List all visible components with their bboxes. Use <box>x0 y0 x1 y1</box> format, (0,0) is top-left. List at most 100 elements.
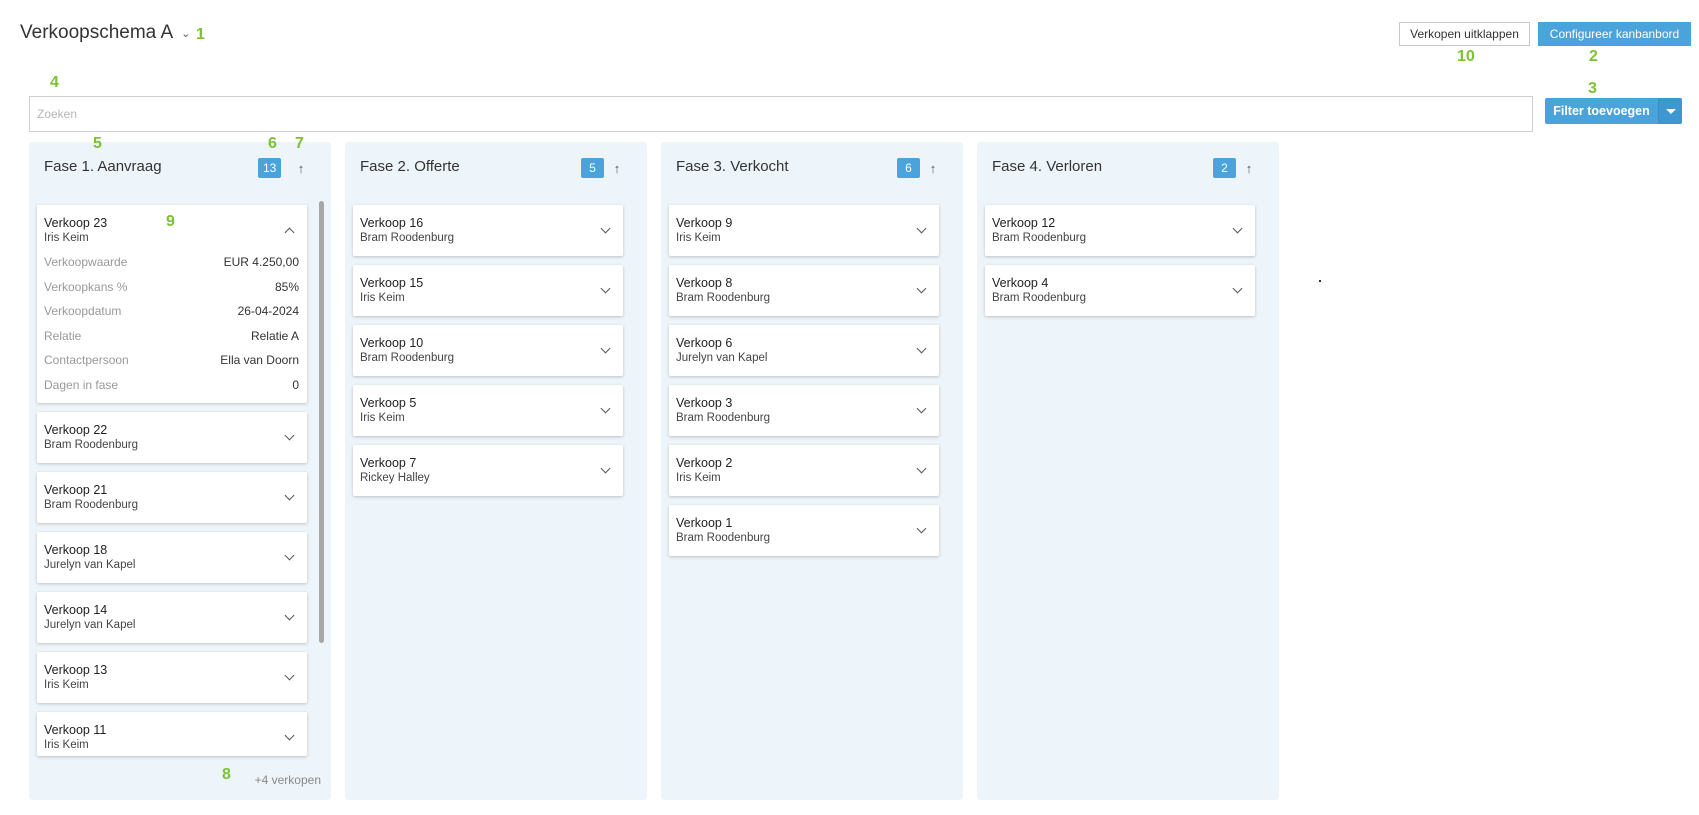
chevron-down-icon[interactable] <box>600 343 611 354</box>
card-subtitle: Iris Keim <box>360 292 405 304</box>
card-title: Verkoop 16 <box>360 216 424 230</box>
sale-card[interactable]: Verkoop 12 Bram Roodenburg <box>985 205 1255 256</box>
chevron-down-icon[interactable] <box>916 463 927 474</box>
annotation-marker: 9 <box>166 213 175 230</box>
sale-card[interactable]: Verkoop 23 Iris Keim Verkoopwaarde EUR 4.… <box>37 205 307 403</box>
detail-key: Verkoopwaarde <box>44 255 128 270</box>
annotation-marker: 4 <box>50 74 59 91</box>
chevron-down-icon[interactable] <box>284 730 295 741</box>
chevron-down-icon[interactable] <box>284 610 295 621</box>
chevron-down-icon[interactable] <box>916 283 927 294</box>
sale-card[interactable]: Verkoop 13 Iris Keim <box>37 652 307 703</box>
card-title: Verkoop 7 <box>360 456 417 470</box>
chevron-down-icon[interactable] <box>1232 283 1243 294</box>
sort-arrow-up-icon[interactable]: ↑ <box>1242 158 1256 178</box>
sale-card[interactable]: Verkoop 7 Rickey Halley <box>353 445 623 496</box>
detail-key: Verkoopdatum <box>44 304 122 319</box>
chevron-down-icon[interactable] <box>916 523 927 534</box>
annotation-marker: 8 <box>222 766 231 783</box>
card-title: Verkoop 8 <box>676 276 733 290</box>
detail-value: 85% <box>274 279 299 294</box>
sale-card[interactable]: Verkoop 1 Bram Roodenburg <box>669 505 939 556</box>
collapse-sales-button[interactable]: Verkopen uitklappen <box>1399 22 1530 46</box>
sale-card[interactable]: Verkoop 2 Iris Keim <box>669 445 939 496</box>
annotation-marker: 5 <box>93 135 102 152</box>
sale-card[interactable]: Verkoop 14 Jurelyn van Kapel <box>37 592 307 643</box>
more-sales-link[interactable]: +4 verkopen <box>255 773 321 787</box>
sale-card[interactable]: Verkoop 4 Bram Roodenburg <box>985 265 1255 316</box>
chevron-down-icon[interactable] <box>600 283 611 294</box>
configure-kanban-button[interactable]: Configureer kanbanbord <box>1538 22 1691 46</box>
annotation-marker: 3 <box>1588 80 1597 97</box>
column-title: Fase 4. Verloren <box>992 158 1103 175</box>
card-title: Verkoop 10 <box>360 336 424 350</box>
chevron-down-icon[interactable] <box>916 223 927 234</box>
sale-card[interactable]: Verkoop 9 Iris Keim <box>669 205 939 256</box>
column-count-badge: 2 <box>1213 158 1236 178</box>
card-subtitle: Rickey Halley <box>360 472 430 484</box>
sale-card[interactable]: Verkoop 3 Bram Roodenburg <box>669 385 939 436</box>
sale-card[interactable]: Verkoop 6 Jurelyn van Kapel <box>669 325 939 376</box>
sale-card[interactable]: Verkoop 5 Iris Keim <box>353 385 623 436</box>
card-title: Verkoop 12 <box>992 216 1056 230</box>
chevron-down-icon[interactable] <box>284 490 295 501</box>
card-title: Verkoop 1 <box>676 516 733 530</box>
detail-value: 26-04-2024 <box>237 304 299 319</box>
card-subtitle: Bram Roodenburg <box>360 352 454 364</box>
card-subtitle: Jurelyn van Kapel <box>44 559 136 571</box>
schema-selector[interactable]: Verkoopschema A ⌄ <box>20 22 190 44</box>
card-title: Verkoop 15 <box>360 276 424 290</box>
chevron-up-icon[interactable] <box>284 227 295 238</box>
card-title: Verkoop 13 <box>44 663 108 677</box>
chevron-down-icon[interactable] <box>600 403 611 414</box>
card-subtitle: Bram Roodenburg <box>360 232 454 244</box>
card-subtitle: Iris Keim <box>360 412 405 424</box>
column-count-badge: 13 <box>258 158 282 178</box>
chevron-down-icon[interactable] <box>600 223 611 234</box>
sale-card[interactable]: Verkoop 22 Bram Roodenburg <box>37 412 307 463</box>
chevron-down-icon[interactable] <box>284 430 295 441</box>
chevron-down-icon[interactable] <box>916 403 927 414</box>
detail-row: Dagen in fase 0 <box>44 373 299 398</box>
detail-row: Verkoopkans % 85% <box>44 275 299 300</box>
detail-row: Contactpersoon Ella van Doorn <box>44 348 299 373</box>
column-scrollbar[interactable] <box>319 201 324 643</box>
card-subtitle: Bram Roodenburg <box>676 532 770 544</box>
sale-card[interactable]: Verkoop 21 Bram Roodenburg <box>37 472 307 523</box>
sale-card[interactable]: Verkoop 15 Iris Keim <box>353 265 623 316</box>
card-title: Verkoop 18 <box>44 543 108 557</box>
sale-card[interactable]: Verkoop 11 Iris Keim <box>37 712 307 756</box>
card-title: Verkoop 3 <box>676 396 733 410</box>
chevron-down-icon[interactable] <box>284 670 295 681</box>
card-subtitle: Iris Keim <box>676 232 721 244</box>
sort-arrow-up-icon[interactable]: ↑ <box>926 158 940 178</box>
chevron-down-icon[interactable] <box>916 343 927 354</box>
search-input[interactable] <box>29 96 1533 132</box>
chevron-down-icon[interactable] <box>600 463 611 474</box>
sort-arrow-up-icon[interactable]: ↑ <box>294 158 308 178</box>
detail-value: EUR 4.250,00 <box>223 255 299 270</box>
card-title: Verkoop 21 <box>44 483 108 497</box>
card-title: Verkoop 14 <box>44 603 108 617</box>
detail-row: Verkoopdatum 26-04-2024 <box>44 299 299 324</box>
card-title: Verkoop 22 <box>44 423 108 437</box>
chevron-down-icon[interactable] <box>284 550 295 561</box>
sale-card[interactable]: Verkoop 10 Bram Roodenburg <box>353 325 623 376</box>
detail-value: 0 <box>292 377 299 392</box>
chevron-down-icon[interactable] <box>1232 223 1243 234</box>
kanban-column: Fase 1. Aanvraag 13 ↑ Verkoop 23 Iris Ke… <box>29 142 331 800</box>
filter-dropdown-caret-icon[interactable] <box>1658 98 1682 124</box>
sort-arrow-up-icon[interactable]: ↑ <box>610 158 624 178</box>
add-filter-label: Filter toevoegen <box>1553 104 1650 118</box>
card-subtitle: Jurelyn van Kapel <box>44 619 136 631</box>
column-title: Fase 3. Verkocht <box>676 158 789 175</box>
add-filter-button[interactable]: Filter toevoegen <box>1545 98 1682 124</box>
sale-card[interactable]: Verkoop 18 Jurelyn van Kapel <box>37 532 307 583</box>
detail-key: Verkoopkans % <box>44 279 128 294</box>
card-title: Verkoop 6 <box>676 336 733 350</box>
sale-card[interactable]: Verkoop 16 Bram Roodenburg <box>353 205 623 256</box>
sale-card[interactable]: Verkoop 8 Bram Roodenburg <box>669 265 939 316</box>
card-subtitle: Iris Keim <box>44 739 89 751</box>
detail-value: Ella van Doorn <box>220 353 299 368</box>
card-subtitle: Bram Roodenburg <box>676 412 770 424</box>
